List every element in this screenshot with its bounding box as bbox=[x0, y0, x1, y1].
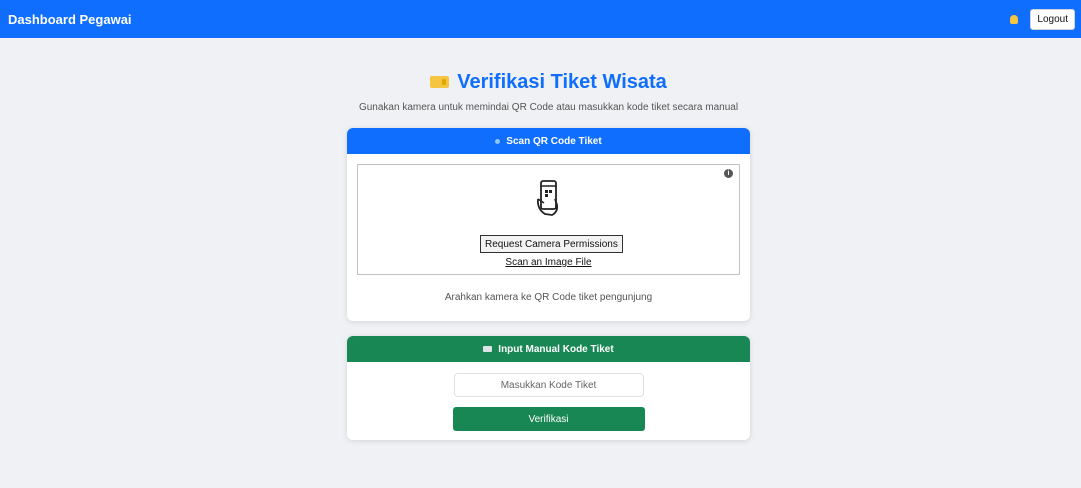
logout-button[interactable]: Logout bbox=[1030, 8, 1075, 30]
manual-input-card-title: Input Manual Kode Tiket bbox=[498, 343, 614, 355]
ticket-icon bbox=[430, 76, 450, 88]
manual-input-card: Input Manual Kode Tiket Verifikasi bbox=[347, 336, 750, 440]
manual-input-card-header: Input Manual Kode Tiket bbox=[347, 336, 750, 362]
scan-qr-card-title: Scan QR Code Tiket bbox=[506, 135, 602, 147]
page-title: Verifikasi Tiket Wisata bbox=[347, 70, 750, 94]
main-container: Verifikasi Tiket Wisata Gunakan kamera u… bbox=[347, 70, 750, 440]
verify-button[interactable]: Verifikasi bbox=[452, 407, 645, 431]
camera-dot-icon bbox=[495, 138, 501, 144]
navbar: Dashboard Pegawai Logout bbox=[0, 0, 1081, 38]
scan-qr-card: Scan QR Code Tiket i Request Camera Perm… bbox=[347, 128, 750, 321]
page-title-text: Verifikasi Tiket Wisata bbox=[457, 70, 667, 93]
brand-title[interactable]: Dashboard Pegawai bbox=[8, 12, 132, 27]
page-subtitle: Gunakan kamera untuk memindai QR Code at… bbox=[358, 102, 739, 113]
navbar-actions: Logout bbox=[1010, 8, 1075, 30]
bell-icon[interactable] bbox=[1010, 14, 1019, 24]
scan-hint-text: Arahkan kamera ke QR Code tiket pengunju… bbox=[444, 292, 653, 303]
scan-image-file-link[interactable]: Scan an Image File bbox=[358, 257, 739, 268]
keyboard-icon bbox=[483, 346, 493, 352]
info-icon[interactable]: i bbox=[724, 169, 733, 178]
scan-qr-card-header: Scan QR Code Tiket bbox=[347, 128, 750, 154]
request-camera-permissions-button[interactable]: Request Camera Permissions bbox=[480, 235, 623, 253]
qr-scanner-region: i Request Camera Permissions Scan an Ima… bbox=[357, 164, 740, 275]
ticket-code-input[interactable] bbox=[453, 373, 644, 397]
phone-scan-icon bbox=[536, 180, 559, 216]
